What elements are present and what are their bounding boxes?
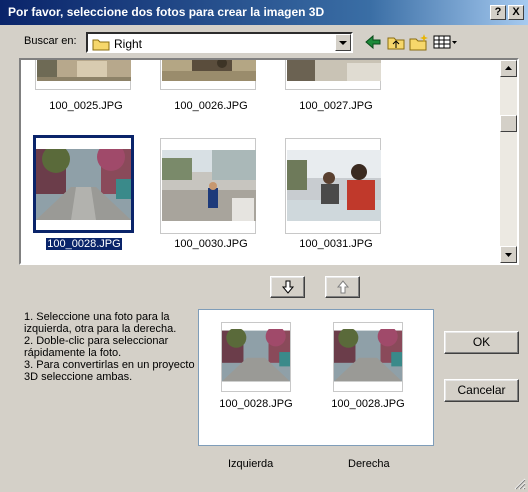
file-thumbnail-frame[interactable] bbox=[285, 60, 381, 90]
file-name-label[interactable]: 100_0030.JPG bbox=[156, 238, 266, 250]
left-preview-filename: 100_0028.JPG bbox=[219, 398, 293, 410]
selection-preview-panel: 100_0028.JPG 100_0028.JPG bbox=[198, 309, 434, 446]
scroll-down-button[interactable] bbox=[500, 246, 517, 263]
file-list[interactable]: 100_0025.JPG 100_0026.JPG 100_0027.JPG 1… bbox=[19, 58, 519, 265]
chevron-down-icon bbox=[339, 41, 347, 45]
close-button[interactable]: X bbox=[508, 5, 524, 20]
look-in-value: Right bbox=[114, 37, 143, 51]
photo-thumbnail bbox=[37, 60, 131, 81]
left-preview-frame[interactable] bbox=[221, 322, 291, 392]
scroll-thumb[interactable] bbox=[500, 115, 517, 132]
file-name-label-selected[interactable]: 100_0028.JPG bbox=[29, 237, 139, 251]
new-folder-icon[interactable] bbox=[408, 32, 430, 52]
folder-icon bbox=[92, 39, 110, 51]
resize-grip-icon[interactable] bbox=[512, 476, 526, 490]
move-down-button[interactable] bbox=[270, 276, 305, 298]
left-label: Izquierda bbox=[228, 458, 274, 470]
instructions-text: 1. Seleccione una foto para la izquierda… bbox=[24, 311, 195, 383]
file-thumbnail-frame[interactable] bbox=[160, 138, 256, 234]
up-folder-icon[interactable] bbox=[386, 32, 406, 52]
back-arrow-icon[interactable] bbox=[364, 32, 382, 52]
window-title: Por favor, seleccione dos fotos para cre… bbox=[8, 5, 325, 19]
right-preview-filename: 100_0028.JPG bbox=[331, 398, 405, 410]
move-up-button[interactable] bbox=[325, 276, 360, 298]
vertical-scrollbar[interactable] bbox=[500, 60, 517, 263]
file-thumbnail-frame[interactable] bbox=[285, 138, 381, 234]
file-name-label[interactable]: 100_0027.JPG bbox=[281, 100, 391, 112]
right-label: Derecha bbox=[348, 458, 390, 470]
photo-thumbnail bbox=[162, 150, 256, 221]
right-photo-thumbnail bbox=[334, 329, 402, 382]
view-menu-icon[interactable] bbox=[432, 32, 458, 52]
photo-thumbnail bbox=[287, 60, 381, 81]
photo-thumbnail bbox=[162, 60, 256, 81]
arrow-down-icon bbox=[281, 280, 294, 294]
left-photo-thumbnail bbox=[222, 329, 290, 382]
arrow-up-icon bbox=[336, 280, 349, 294]
look-in-label: Buscar en: bbox=[24, 35, 77, 47]
combo-dropdown-button[interactable] bbox=[335, 34, 351, 51]
file-name-label[interactable]: 100_0031.JPG bbox=[281, 238, 391, 250]
file-thumbnail-frame[interactable] bbox=[160, 60, 256, 90]
photo-thumbnail bbox=[36, 149, 131, 220]
ok-button[interactable]: OK bbox=[444, 331, 519, 354]
cancel-button[interactable]: Cancelar bbox=[444, 379, 519, 402]
file-thumbnail-frame[interactable] bbox=[35, 60, 131, 90]
file-name-label[interactable]: 100_0025.JPG bbox=[31, 100, 141, 112]
right-preview-frame[interactable] bbox=[333, 322, 403, 392]
file-name-label[interactable]: 100_0026.JPG bbox=[156, 100, 266, 112]
scroll-up-arrow-icon bbox=[505, 66, 512, 70]
scroll-up-button[interactable] bbox=[500, 60, 517, 77]
photo-thumbnail bbox=[287, 150, 381, 221]
file-thumbnail-frame-selected[interactable] bbox=[33, 135, 134, 233]
scroll-down-arrow-icon bbox=[505, 253, 512, 257]
look-in-combo[interactable]: Right bbox=[86, 32, 353, 53]
help-button[interactable]: ? bbox=[490, 5, 506, 20]
title-bar: Por favor, seleccione dos fotos para cre… bbox=[0, 0, 528, 25]
